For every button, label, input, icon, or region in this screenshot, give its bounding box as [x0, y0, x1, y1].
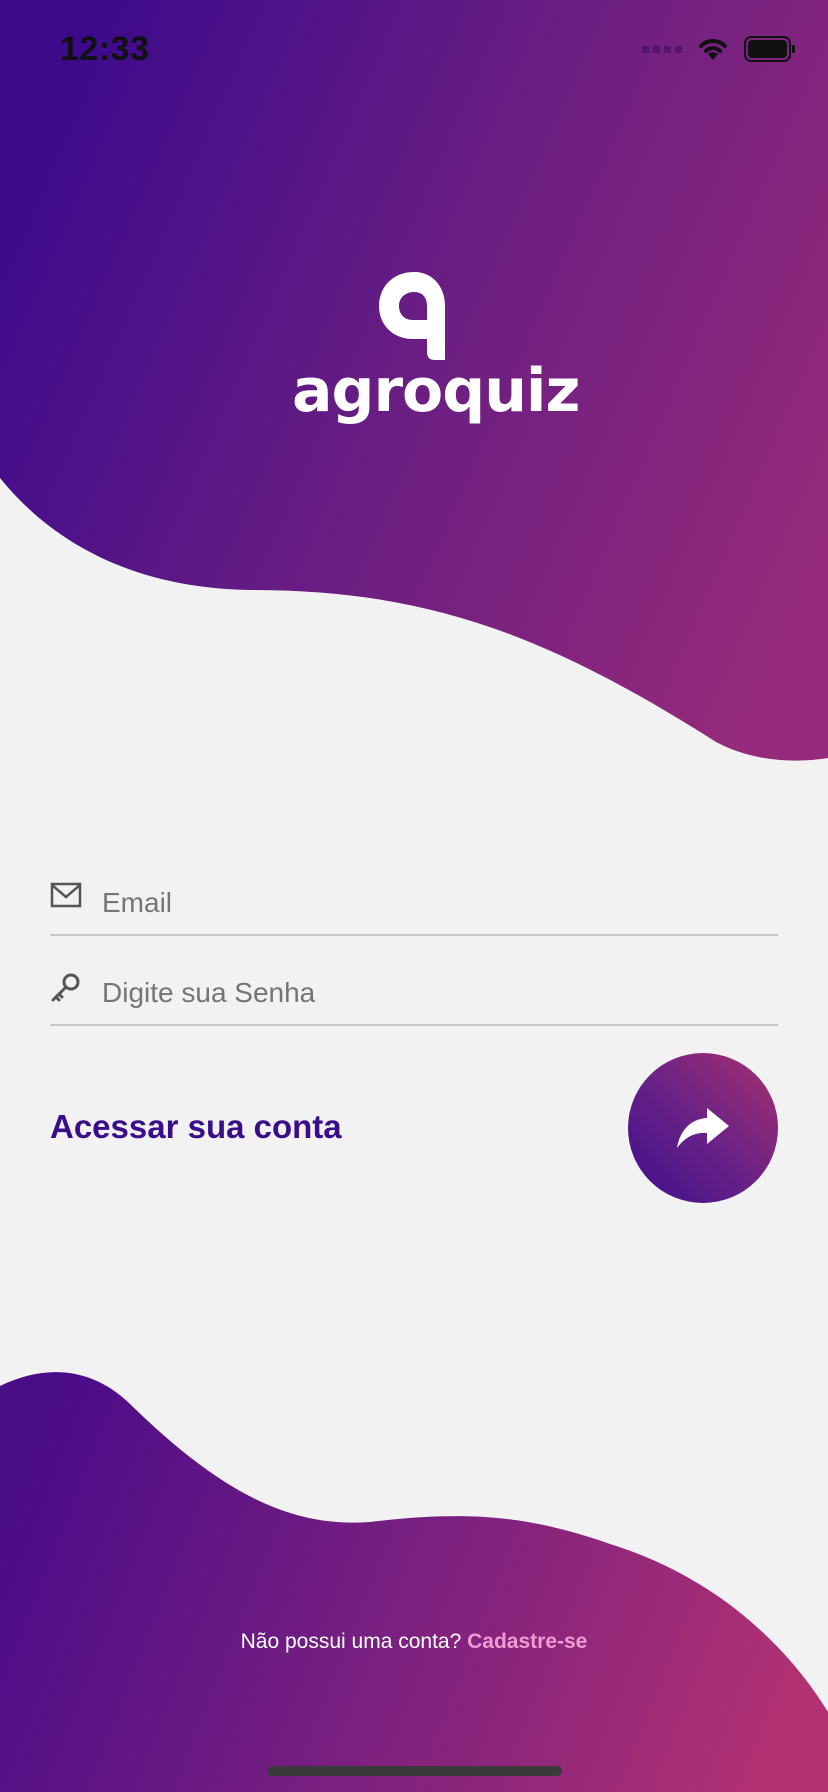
wifi-icon — [699, 39, 727, 60]
status-bar: 12:33 — [0, 0, 828, 100]
brand-name: agroquiz — [292, 356, 580, 426]
share-arrow-icon — [677, 1108, 729, 1148]
cellular-signal-icon — [642, 45, 682, 53]
battery-icon — [744, 36, 795, 62]
status-time: 12:33 — [60, 30, 150, 68]
login-title: Acessar sua conta — [50, 1108, 342, 1145]
signup-prompt: Não possui uma conta? Cadastre-se — [0, 1630, 828, 1654]
home-indicator — [267, 1766, 562, 1776]
email-input[interactable] — [100, 874, 774, 932]
signup-prompt-text: Não possui uma conta? — [240, 1630, 462, 1653]
app-logo: agroquiz — [292, 268, 580, 426]
email-field-container — [50, 874, 778, 936]
password-field-container — [50, 964, 778, 1026]
logo-q-icon — [379, 272, 445, 360]
key-icon — [51, 973, 80, 1002]
login-submit-button[interactable] — [628, 1053, 778, 1203]
status-icons — [642, 36, 796, 62]
envelope-icon — [50, 882, 82, 908]
password-input[interactable] — [100, 964, 774, 1022]
signup-link[interactable]: Cadastre-se — [467, 1630, 587, 1653]
bottom-wave-background — [0, 1372, 828, 1792]
